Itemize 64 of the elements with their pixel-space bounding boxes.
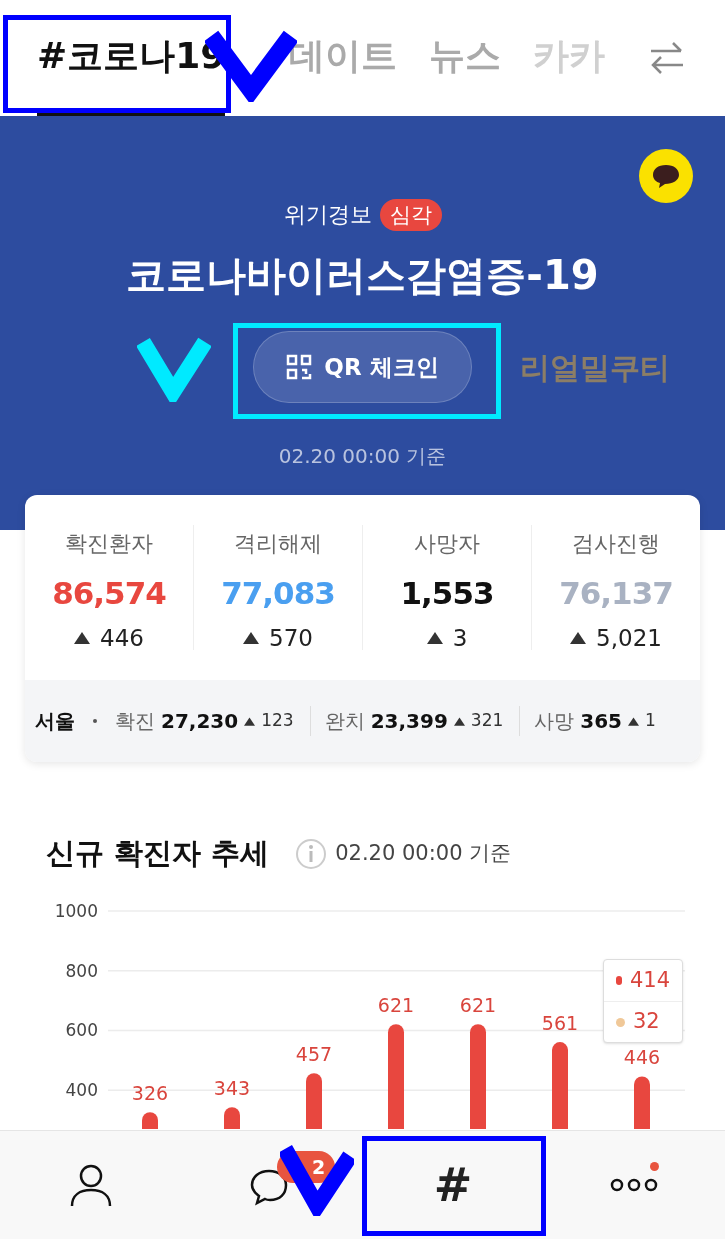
bar [224, 1107, 240, 1129]
stat-value: 1,553 [400, 574, 494, 613]
axis-tick-label: 1000 [54, 901, 98, 921]
bar-value-label: 343 [213, 1077, 251, 1100]
region-stat-change: 1 [645, 709, 656, 733]
alert-label: 위기경보 [283, 201, 372, 229]
swap-arrows-icon[interactable] [649, 41, 685, 75]
triangle-up-icon [453, 716, 465, 726]
tooltip-value: 32 [633, 1008, 660, 1036]
stat-change: 570 [269, 623, 313, 653]
triangle-up-icon [628, 716, 640, 726]
axis-tick-label: 800 [65, 960, 98, 981]
category-tab[interactable]: 데이트 [289, 0, 398, 116]
triangle-up-icon [244, 716, 256, 726]
hashtag-tab[interactable]: # [362, 1131, 544, 1239]
bar-value-label: 446 [623, 1046, 661, 1069]
bar [306, 1073, 322, 1129]
region-stat-value: 365 [580, 708, 623, 735]
stat-label: 확진환자 [65, 530, 153, 558]
stat-value: 86,574 [52, 574, 166, 613]
bar-value-label: 561 [541, 1012, 579, 1035]
update-time: 02.20 00:00 기준 [278, 443, 447, 470]
stat-change: 5,021 [596, 623, 662, 653]
stat-change: 446 [100, 623, 144, 653]
bar [634, 1076, 650, 1129]
chat-tab[interactable]: 2 [181, 1131, 363, 1239]
triangle-up-icon [243, 631, 260, 644]
qr-checkin-button[interactable]: QR 체크인 [253, 331, 472, 403]
bar [142, 1112, 158, 1129]
bar-value-label: 621 [377, 994, 415, 1017]
stat-value: 76,137 [559, 574, 673, 613]
region-stat-value: 27,230 [161, 708, 239, 735]
stat-value: 77,083 [221, 574, 335, 613]
triangle-up-icon [74, 631, 91, 644]
region-stat-label: 확진 [115, 708, 155, 735]
region-stat-label: 완치 [324, 708, 365, 735]
category-tab[interactable]: 뉴스 [429, 0, 502, 116]
triangle-up-icon [426, 631, 443, 644]
speech-bubble-icon[interactable] [639, 149, 693, 203]
stat-label: 사망자 [414, 530, 480, 558]
bar-value-label: 621 [459, 994, 497, 1017]
triangle-up-icon [570, 631, 587, 644]
region-stat-value: 23,399 [370, 708, 448, 735]
bar-value-label: 326 [131, 1082, 169, 1105]
region-stat-label: 사망 [534, 708, 575, 735]
info-icon[interactable] [295, 838, 328, 870]
more-dots-icon [610, 1178, 659, 1192]
chart-update-time: 02.20 00:00 기준 [335, 840, 512, 868]
side-caption: 리얼밀쿠티 [519, 349, 670, 385]
banner-title: 코로나바이러스감염증-19 [126, 251, 599, 300]
stat-change: 3 [452, 623, 468, 653]
stat-label: 격리해제 [234, 530, 322, 558]
section-title: 신규 확진자 추세 [46, 835, 270, 873]
qr-code-icon [286, 354, 313, 380]
axis-tick-label: 600 [65, 1020, 98, 1041]
region-stat-change: 321 [470, 709, 504, 733]
axis-tick-label: 400 [65, 1080, 98, 1101]
alert-level-badge: 심각 [379, 198, 442, 231]
person-icon [69, 1163, 112, 1207]
region-stat-change: 123 [261, 709, 294, 733]
region-name: 서울 [35, 708, 75, 735]
stat-label: 검사진행 [572, 530, 660, 558]
bar-value-label: 457 [295, 1043, 333, 1066]
tooltip-value: 414 [629, 966, 670, 994]
